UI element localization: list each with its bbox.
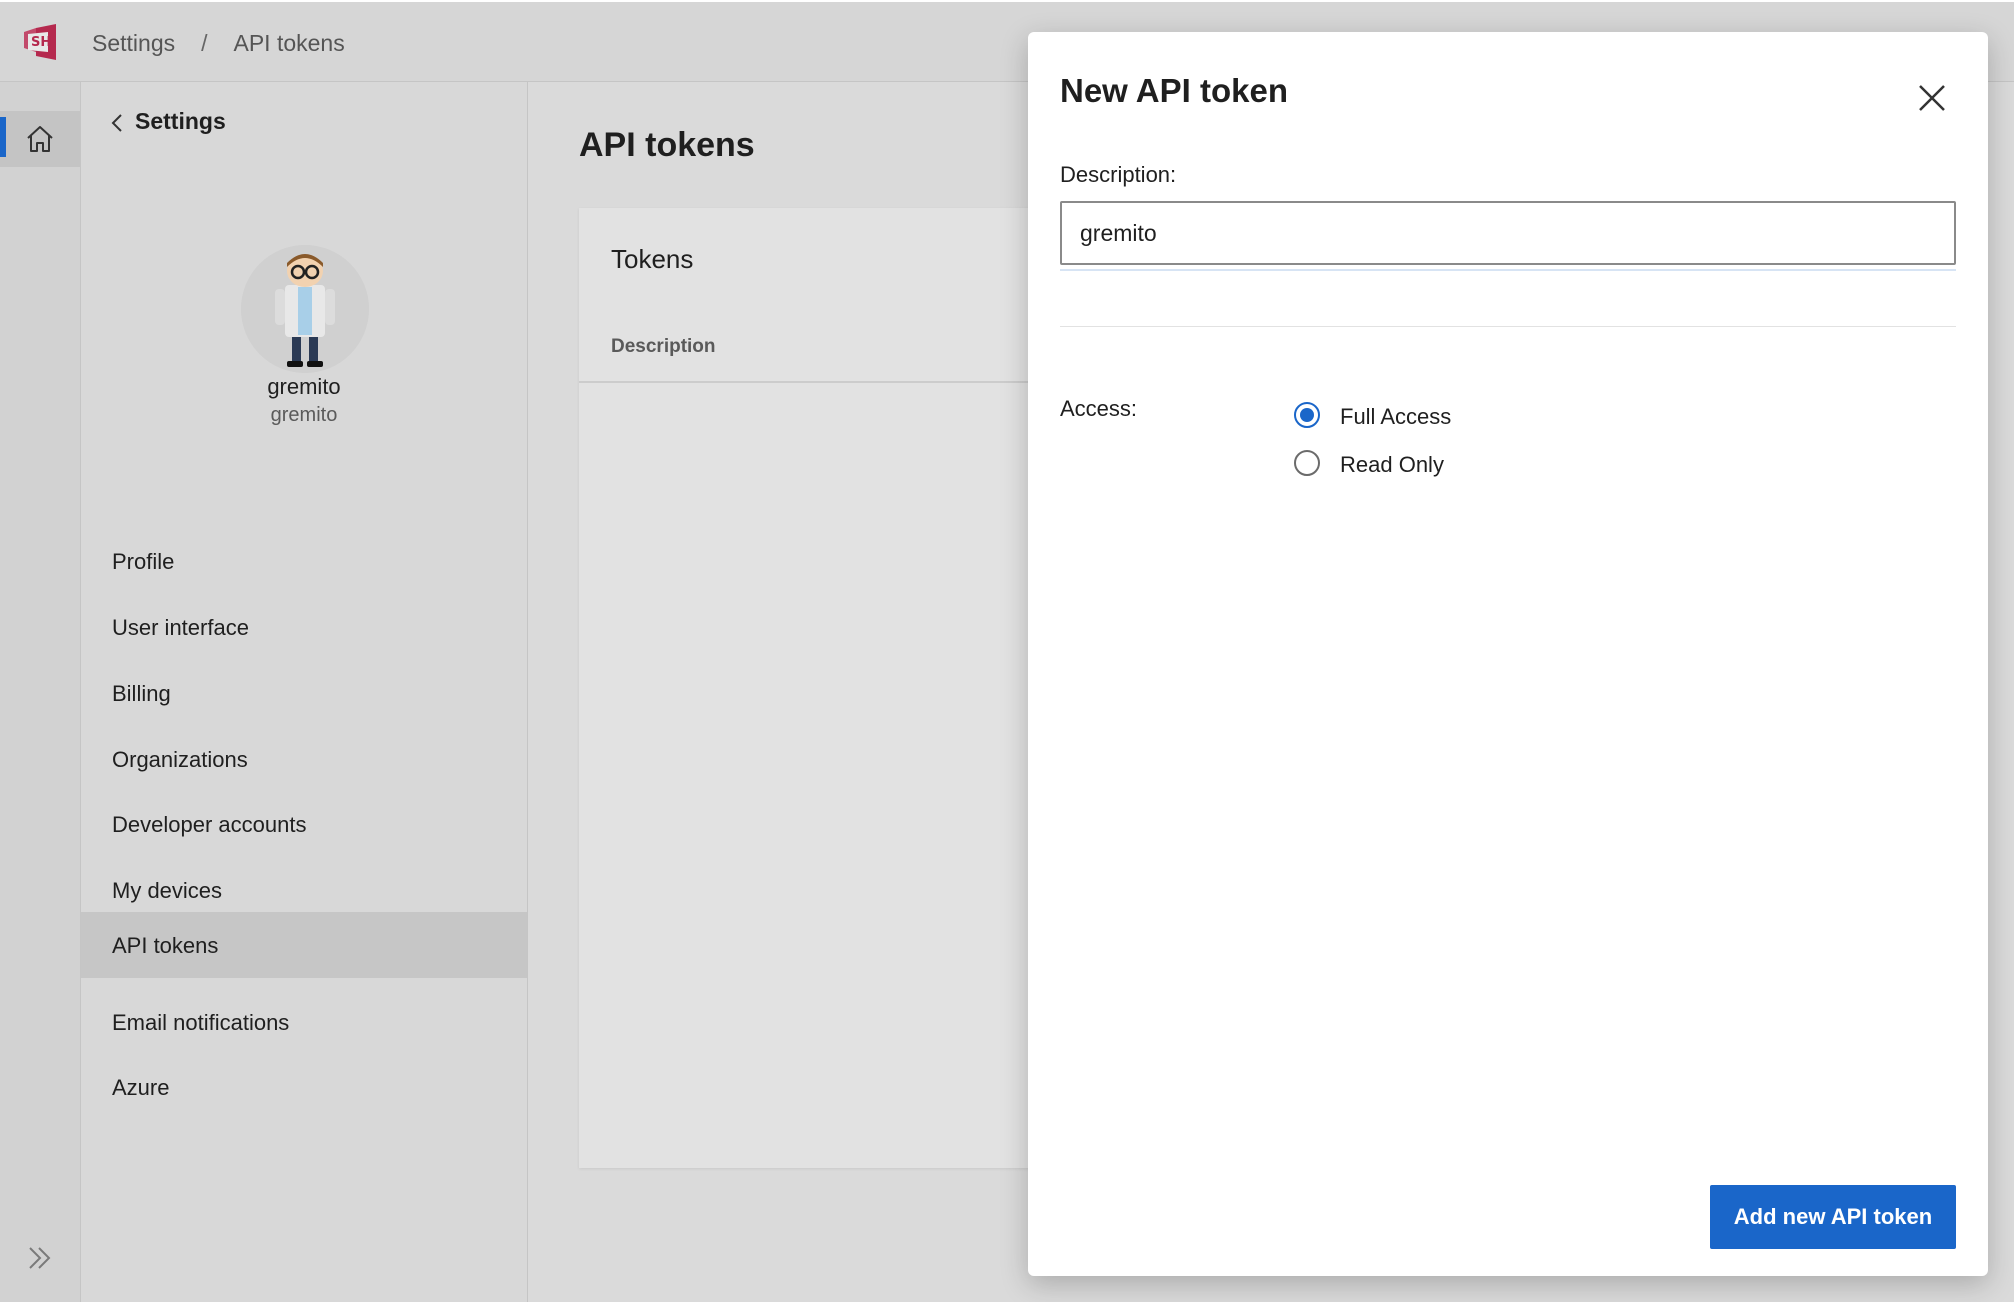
nav-item-organizations[interactable]: Organizations xyxy=(81,728,527,792)
radio-full-access[interactable]: Full Access xyxy=(1294,396,1554,436)
nav-item-label: Developer accounts xyxy=(112,812,307,837)
nav-item-label: Azure xyxy=(112,1075,170,1100)
description-label: Description: xyxy=(1060,162,1177,187)
avatar-illustration xyxy=(241,245,369,373)
radio-read-only[interactable]: Read Only xyxy=(1294,444,1554,484)
app-logo-icon[interactable]: SH xyxy=(20,22,60,62)
breadcrumb-settings[interactable]: Settings xyxy=(92,30,175,57)
nav-item-azure[interactable]: Azure xyxy=(81,1056,527,1120)
avatar xyxy=(241,245,369,373)
radio-label: Full Access xyxy=(1340,404,1452,429)
section-divider xyxy=(1060,326,1956,327)
user-handle: gremito xyxy=(270,404,338,426)
dialog-title: New API token xyxy=(1060,72,1288,109)
home-icon xyxy=(27,126,53,152)
double-chevron-right-icon[interactable] xyxy=(24,1242,56,1274)
description-input[interactable] xyxy=(1060,201,1956,265)
nav-item-label: User interface xyxy=(112,615,249,640)
nav-item-label: API tokens xyxy=(112,933,219,958)
add-api-token-button[interactable]: Add new API token xyxy=(1710,1185,1956,1249)
nav-item-api-tokens[interactable]: API tokens xyxy=(81,912,527,978)
breadcrumb-separator: / xyxy=(201,30,208,56)
back-to-settings-link[interactable]: Settings xyxy=(111,108,226,135)
back-label: Settings xyxy=(135,108,226,134)
nav-item-label: My devices xyxy=(112,878,223,903)
input-focus-underline xyxy=(1060,269,1956,271)
icon-rail xyxy=(0,82,81,1302)
access-label: Access: xyxy=(1060,396,1138,421)
user-display-name: gremito xyxy=(267,374,341,399)
column-header-description[interactable]: Description xyxy=(611,336,716,358)
new-api-token-dialog: New API token Description: Access: Full … xyxy=(1028,32,1988,1276)
settings-sidenav: Settings gremito gremito Profile User in… xyxy=(81,82,528,1302)
nav-item-label: Profile xyxy=(112,549,175,574)
radio-circle xyxy=(1294,402,1320,428)
nav-item-user-interface[interactable]: User interface xyxy=(81,596,527,660)
tokens-card: Tokens Description xyxy=(579,208,1039,1168)
nav-item-developer-accounts[interactable]: Developer accounts xyxy=(81,793,527,857)
app-window: SH Settings / API tokens Settings gremit… xyxy=(0,2,2014,1302)
breadcrumb: Settings / API tokens xyxy=(92,30,345,57)
page-title: API tokens xyxy=(579,126,755,164)
nav-item-label: Organizations xyxy=(112,747,248,772)
breadcrumb-api-tokens[interactable]: API tokens xyxy=(234,30,345,57)
nav-item-profile[interactable]: Profile xyxy=(81,530,527,594)
table-divider xyxy=(579,381,1039,383)
svg-text:SH: SH xyxy=(31,35,51,50)
home-button[interactable] xyxy=(0,111,80,167)
chevron-left-icon xyxy=(111,114,122,132)
radio-dot xyxy=(1300,408,1314,422)
close-icon[interactable] xyxy=(1912,78,1952,118)
radio-label: Read Only xyxy=(1340,452,1444,477)
active-indicator xyxy=(0,117,6,157)
nav-item-email-notifications[interactable]: Email notifications xyxy=(81,991,527,1055)
tokens-heading: Tokens xyxy=(611,244,694,274)
nav-item-label: Billing xyxy=(112,681,171,706)
nav-item-billing[interactable]: Billing xyxy=(81,662,527,726)
radio-circle xyxy=(1294,450,1320,476)
nav-item-label: Email notifications xyxy=(112,1010,290,1035)
